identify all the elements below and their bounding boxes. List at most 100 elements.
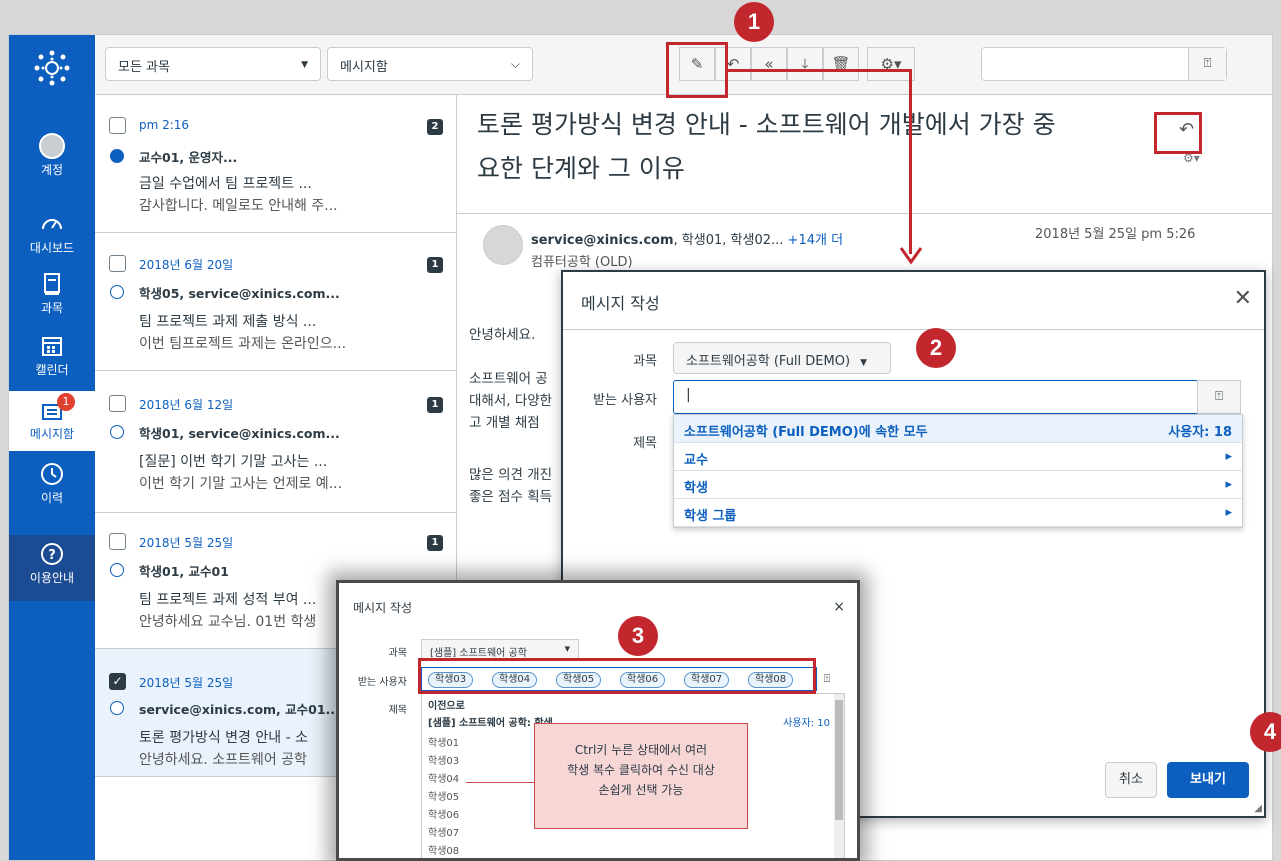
read-dot-icon[interactable]	[110, 701, 124, 715]
subject-label: 제목	[388, 705, 407, 716]
caret-down-icon: ▼	[301, 60, 308, 70]
course-filter-select[interactable]: 모든 과목 ▼	[105, 47, 321, 81]
message-row[interactable]: 2018년 6월 12일 1 학생01, service@xinics.com.…	[95, 371, 457, 513]
callout-note: Ctrl키 누른 상태에서 여러 학생 복수 클릭하여 수신 대상 손쉽게 선택…	[534, 723, 748, 829]
top-band	[0, 0, 1281, 34]
inbox-unread-badge: 1	[57, 393, 75, 411]
close-icon[interactable]: ✕	[1234, 286, 1252, 311]
message-checkbox-checked[interactable]: ✓	[109, 673, 126, 690]
conversation-title-line1: 토론 평가방식 변경 안내 - 소프트웨어 개발에서 가장 중	[477, 110, 1056, 139]
conversation-title-line2: 요한 단계와 그 이유	[477, 154, 685, 183]
message-course: 컴퓨터공학 (OLD)	[531, 255, 633, 270]
student-item[interactable]: 학생06	[428, 806, 459, 821]
message-subject: 팀 프로젝트 과제 제출 방식 ...	[139, 314, 317, 330]
caret-down-icon: ▼	[564, 645, 570, 653]
annotation-box-compose	[666, 42, 728, 98]
more-recipients-link[interactable]: +14개 더	[788, 233, 844, 248]
annotation-number-1: 1	[734, 2, 774, 42]
message-count-badge: 1	[427, 535, 443, 551]
message-body-line: 고 개별 채점	[469, 415, 540, 431]
scrollbar[interactable]	[834, 694, 844, 858]
search-recipient-input[interactable]: ⍐	[981, 47, 1227, 81]
user-avatar-icon	[39, 133, 65, 159]
dropdown-item-count: 사용자: 18	[1168, 425, 1232, 440]
compose-course-select[interactable]: 소프트웨어공학 (Full DEMO) ▼	[673, 342, 891, 374]
message-preview: 감사합니다. 메일로도 안내해 주...	[139, 198, 338, 214]
nav-calendar[interactable]: 캘린더	[9, 327, 95, 387]
close-icon[interactable]: ×	[833, 599, 845, 615]
cancel-button[interactable]: 취소	[1105, 762, 1157, 798]
address-book-button[interactable]: ⍐	[1197, 380, 1241, 414]
annotation-connector	[909, 69, 912, 254]
message-from: 학생01, 교수01	[139, 564, 229, 579]
dropdown-item-instructors[interactable]: 교수 ▸	[674, 443, 1242, 471]
subject-label: 제목	[633, 436, 657, 451]
caret-down-icon: ▼	[860, 358, 868, 368]
delete-button[interactable]: 🗑	[823, 47, 859, 81]
nav-calendar-label: 캘린더	[35, 363, 69, 377]
message-body-line: 안녕하세요.	[469, 327, 536, 343]
message-body-line: 소프트웨어 공	[469, 371, 548, 387]
message-checkbox[interactable]	[109, 395, 126, 412]
sender-email: service@xinics.com	[531, 233, 674, 248]
dropdown-item-all[interactable]: 소프트웨어공학 (Full DEMO)에 속한 모두 사용자: 18	[674, 415, 1242, 443]
dropdown-item-student-groups[interactable]: 학생 그룹 ▸	[674, 499, 1242, 527]
nav-account[interactable]: 계정	[9, 129, 95, 189]
nav-inbox[interactable]: 1 메시지함	[9, 391, 95, 451]
message-checkbox[interactable]	[109, 533, 126, 550]
student-item[interactable]: 학생01	[428, 734, 459, 749]
message-body-line: 대해서, 다양한	[469, 393, 553, 409]
annotation-connector	[728, 69, 912, 72]
message-checkbox[interactable]	[109, 117, 126, 134]
read-dot-icon[interactable]	[110, 425, 124, 439]
reply-all-button[interactable]: «	[751, 47, 787, 81]
address-book-icon[interactable]: ⍐	[817, 667, 837, 691]
message-row[interactable]: 2018년 6월 20일 1 학생05, service@xinics.com.…	[95, 233, 457, 371]
student-item[interactable]: 학생05	[428, 788, 459, 803]
dropdown-item-label: 학생	[684, 481, 708, 496]
student-item[interactable]: 학생08	[428, 842, 459, 857]
dropdown-item-students[interactable]: 학생 ▸	[674, 471, 1242, 499]
archive-button[interactable]: ⤓	[787, 47, 823, 81]
scrollbar-thumb[interactable]	[835, 700, 843, 820]
compose-modal-title: 메시지 작성	[581, 294, 660, 313]
settings-menu-button[interactable]: ⚙▾	[867, 47, 915, 81]
compose-course-value: 소프트웨어공학 (Full DEMO)	[686, 354, 851, 369]
message-preview: 이번 팀프로젝트 과제는 온라인으...	[139, 336, 347, 352]
dropdown-item-label: 소프트웨어공학 (Full DEMO)에 속한 모두	[684, 425, 928, 440]
student-item[interactable]: 학생04	[428, 770, 459, 785]
nav-courses[interactable]: 과목	[9, 265, 95, 325]
message-from: service@xinics.com, 교수01...	[139, 702, 340, 717]
nav-dashboard[interactable]: 대시보드	[9, 205, 95, 265]
send-button[interactable]: 보내기	[1167, 762, 1249, 798]
message-count-badge: 2	[427, 119, 443, 135]
message-from: 학생05, service@xinics.com...	[139, 286, 340, 301]
address-book-icon[interactable]: ⍐	[1188, 48, 1226, 80]
back-link[interactable]: 이전으로	[428, 697, 465, 712]
read-dot-icon[interactable]	[110, 563, 124, 577]
to-label: 받는 사용자	[357, 677, 407, 688]
message-subject: 토론 평가방식 변경 안내 - 소	[139, 730, 308, 746]
nav-history[interactable]: 이력	[9, 455, 95, 515]
canvas-logo-icon[interactable]	[33, 49, 71, 87]
read-dot-icon[interactable]	[110, 285, 124, 299]
mailbox-filter-value: 메시지함	[340, 60, 388, 75]
unread-dot-icon[interactable]	[110, 149, 124, 163]
to-label: 받는 사용자	[593, 393, 657, 408]
picker-list-count: 사용자: 10	[783, 718, 830, 729]
message-subject: 팀 프로젝트 과제 성적 부여 ...	[139, 592, 317, 608]
student-item[interactable]: 학생03	[428, 752, 459, 767]
nav-help[interactable]: ? 이용안내	[9, 535, 95, 601]
compose-modal-header: 메시지 작성 ✕	[563, 272, 1264, 330]
message-row[interactable]: pm 2:16 2 교수01, 운영자... 금일 수업에서 팀 프로젝트 ..…	[95, 95, 457, 233]
resize-handle-icon[interactable]: ◢	[1254, 803, 1262, 814]
help-icon: ?	[41, 543, 63, 565]
dropdown-item-label: 교수	[684, 453, 708, 468]
student-item[interactable]: 학생07	[428, 824, 459, 839]
dropdown-item-label: 학생 그룹	[684, 509, 737, 524]
to-recipients-input[interactable]: |	[673, 380, 1241, 414]
message-checkbox[interactable]	[109, 255, 126, 272]
global-nav: 계정 대시보드 과목 캘린더 1 메시지함 이력 ? 이용안내	[9, 35, 95, 860]
annotation-box-recipients	[418, 658, 816, 694]
mailbox-filter-select[interactable]: 메시지함 ⌵	[327, 47, 533, 81]
